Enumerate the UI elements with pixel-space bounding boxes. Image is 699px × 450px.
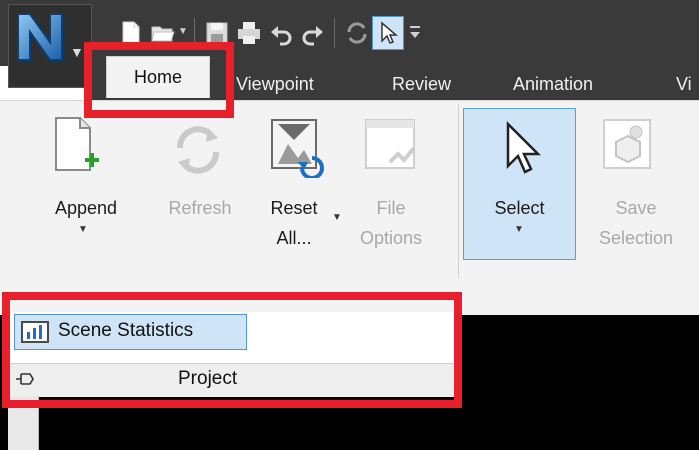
refresh-icon[interactable] — [344, 20, 370, 46]
bar-chart-icon — [21, 321, 49, 343]
project-panel-title: Project — [178, 368, 238, 389]
save-selection-icon — [603, 119, 651, 169]
select-label: Select — [494, 198, 545, 218]
pin-icon[interactable] — [14, 370, 36, 388]
side-dock-strip[interactable] — [8, 396, 39, 450]
refresh-icon — [177, 126, 219, 174]
qat-separator — [194, 18, 195, 48]
chevron-down-icon[interactable]: ▼ — [514, 224, 524, 235]
chevron-down-icon: ▼ — [70, 44, 84, 60]
panel-divider — [458, 104, 459, 278]
navisworks-n-logo-icon — [17, 13, 63, 61]
reset-all-button[interactable]: Reset — [254, 198, 334, 218]
refresh-button[interactable]: Refresh — [150, 198, 250, 218]
scene-statistics-label: Scene Statistics — [58, 320, 194, 341]
reset-all-label-line2[interactable]: All... — [254, 228, 334, 248]
print-icon[interactable] — [236, 20, 262, 46]
tab-home[interactable]: Home — [106, 56, 210, 98]
redo-icon[interactable] — [300, 20, 326, 46]
select-cursor-icon — [506, 120, 542, 174]
file-options-label-line2[interactable]: Options — [346, 228, 436, 248]
file-options-button[interactable]: File — [346, 198, 436, 218]
append-button[interactable]: Append — [36, 198, 136, 218]
customize-qat-icon[interactable] — [408, 22, 422, 44]
open-folder-icon[interactable] — [150, 20, 176, 46]
append-icon[interactable] — [50, 114, 100, 178]
save-icon[interactable] — [204, 20, 230, 46]
save-selection-button[interactable]: Save — [586, 198, 686, 218]
reset-all-icon[interactable] — [264, 114, 326, 178]
new-file-icon[interactable] — [118, 20, 144, 46]
tab-review[interactable]: Review — [392, 66, 451, 102]
tab-view-partial[interactable]: Vi — [676, 66, 692, 102]
qat-separator — [334, 18, 335, 48]
undo-icon[interactable] — [268, 20, 294, 46]
chevron-down-icon[interactable]: ▼ — [178, 26, 188, 37]
chevron-down-icon[interactable]: ▼ — [332, 212, 342, 223]
tab-animation[interactable]: Animation — [513, 66, 593, 102]
chevron-down-icon[interactable]: ▼ — [78, 224, 88, 235]
tab-viewpoint[interactable]: Viewpoint — [236, 66, 314, 102]
save-selection-label-line2[interactable]: Selection — [586, 228, 686, 248]
select-cursor-icon — [381, 21, 399, 44]
file-options-icon — [365, 119, 416, 169]
